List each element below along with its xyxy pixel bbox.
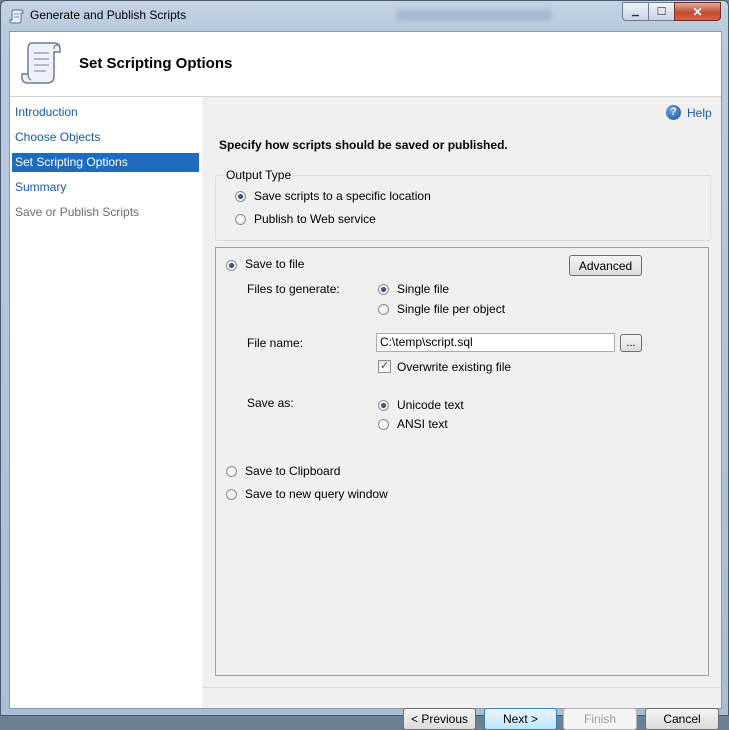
overwrite-label[interactable]: Overwrite existing file [397,360,511,374]
save-to-location-label[interactable]: Save scripts to a specific location [254,189,431,203]
single-file-radio[interactable] [378,284,389,295]
help-link[interactable]: ? Help [666,105,712,120]
blurred-title-text [396,9,552,21]
script-scroll-icon [21,42,61,84]
finish-button: Finish [563,708,637,730]
publish-web-service-label[interactable]: Publish to Web service [254,212,376,226]
save-to-query-window-label[interactable]: Save to new query window [245,487,388,501]
nav-item-set-scripting-options[interactable]: Set Scripting Options [12,153,199,172]
maximize-button[interactable]: ☐ [648,2,675,21]
publish-web-service-radio[interactable] [235,214,246,225]
help-label: Help [687,105,712,120]
overwrite-checkbox[interactable]: ✓ [378,360,391,373]
files-to-generate-label: Files to generate: [247,282,340,296]
instruction-text: Specify how scripts should be saved or p… [219,138,508,152]
advanced-button[interactable]: Advanced [569,255,642,276]
wizard-client-area: Set Scripting Options Introduction Choos… [9,31,722,730]
wizard-header: Set Scripting Options [10,32,721,97]
nav-item-choose-objects[interactable]: Choose Objects [12,128,199,147]
file-name-input[interactable]: C:\temp\script.sql [376,333,615,352]
help-icon: ? [666,105,681,120]
browse-button[interactable]: ... [620,334,642,352]
footer-divider [202,687,721,688]
cancel-button[interactable]: Cancel [645,708,719,730]
nav-item-save-or-publish-scripts: Save or Publish Scripts [15,205,140,219]
close-icon: ✕ [692,4,703,19]
output-type-legend: Output Type [224,168,294,182]
window-title: Generate and Publish Scripts [30,8,187,22]
next-button[interactable]: Next > [484,708,557,730]
save-to-clipboard-radio[interactable] [226,466,237,477]
single-file-per-object-label[interactable]: Single file per object [397,302,505,316]
file-name-label: File name: [247,336,304,350]
close-button[interactable]: ✕ [674,2,721,21]
maximize-icon: ☐ [656,6,667,18]
ansi-text-radio[interactable] [378,419,389,430]
minimize-button[interactable]: ▁ [622,2,649,21]
wizard-window: Generate and Publish Scripts ▁ ☐ ✕ Set S… [0,0,729,730]
save-to-file-label[interactable]: Save to file [245,257,304,271]
wizard-steps-sidebar: Introduction Choose Objects Set Scriptin… [10,97,202,708]
save-to-location-radio[interactable] [235,191,246,202]
title-bar[interactable]: Generate and Publish Scripts ▁ ☐ ✕ [1,1,728,31]
output-type-group: Output Type Save scripts to a specific l… [215,168,711,241]
save-to-query-window-radio[interactable] [226,489,237,500]
single-file-label[interactable]: Single file [397,282,449,296]
single-file-per-object-radio[interactable] [378,304,389,315]
page-title: Set Scripting Options [79,55,233,72]
save-to-clipboard-label[interactable]: Save to Clipboard [245,464,340,478]
save-to-file-radio[interactable] [226,260,237,271]
ansi-text-label[interactable]: ANSI text [397,417,448,431]
main-content: ? Help Specify how scripts should be sav… [202,97,721,730]
save-as-label: Save as: [247,396,294,410]
previous-button[interactable]: < Previous [403,708,476,730]
script-scroll-icon [9,9,24,24]
nav-item-introduction[interactable]: Introduction [12,103,199,122]
unicode-text-radio[interactable] [378,400,389,411]
minimize-icon: ▁ [632,6,639,16]
save-options-panel: Save to file Advanced Files to generate:… [215,247,709,676]
nav-item-summary[interactable]: Summary [12,178,199,197]
unicode-text-label[interactable]: Unicode text [397,398,464,412]
